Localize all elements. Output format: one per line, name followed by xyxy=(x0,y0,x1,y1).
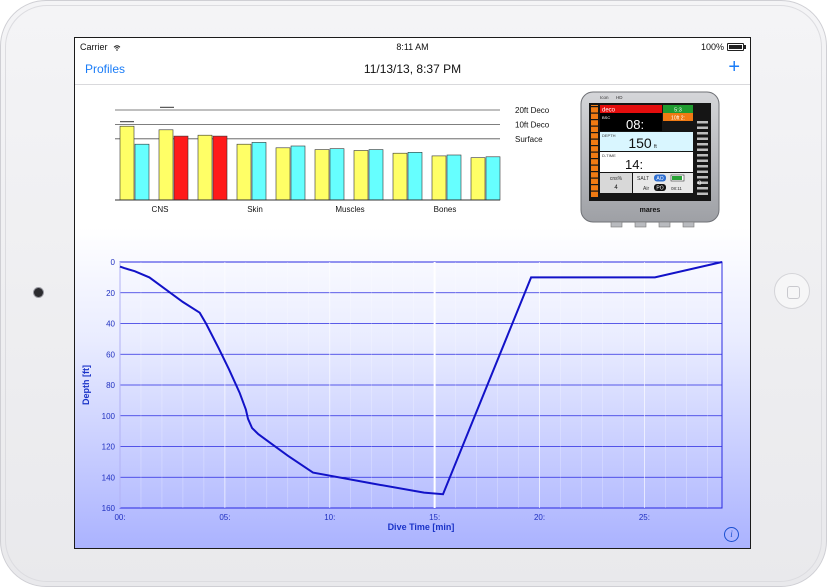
cns-label: cns% xyxy=(610,176,623,182)
tissue-bar-14 xyxy=(392,152,408,201)
y-tick-label-8: 160 xyxy=(102,504,116,513)
stop-depth-time: 10ft 2: xyxy=(671,116,685,122)
tissue-bar-2 xyxy=(158,129,174,201)
tissue-bar-0 xyxy=(119,125,135,201)
x-tick-label-1: 05: xyxy=(219,513,230,522)
x-tick-label-2: 10: xyxy=(324,513,335,522)
tissue-bar-19 xyxy=(485,156,501,201)
dive-computer-display: Icon HD deco 5:3 10ft 2: BSC 08: DEPTH 1… xyxy=(580,91,720,228)
tissue-bar-13 xyxy=(368,149,384,201)
y-tick-label-5: 100 xyxy=(102,412,116,421)
tissue-bar-1 xyxy=(134,143,150,201)
status-bar: Carrier 8:11 AM 100% xyxy=(75,38,750,56)
tissue-bar-7 xyxy=(251,142,267,201)
y-tick-label-1: 20 xyxy=(106,289,115,298)
y-tick-label-7: 140 xyxy=(102,473,116,482)
dive-date-title: 11/13/13, 8:37 PM xyxy=(363,62,462,76)
tissue-bar-15 xyxy=(407,151,423,201)
tissue-bar-10 xyxy=(314,149,330,201)
level-label-1: 10ft Deco xyxy=(515,120,550,129)
x-tick-label-3: 15: xyxy=(429,513,440,522)
ao-badge: AO xyxy=(656,176,663,182)
brand-icon-text: Icon xyxy=(600,95,609,100)
tissue-group-label-0: CNS xyxy=(152,205,169,214)
y-tick-label-4: 80 xyxy=(106,381,115,390)
y-tick-label-6: 120 xyxy=(102,443,116,452)
depth-label: DEPTH xyxy=(602,133,616,138)
tissue-bar-4 xyxy=(197,134,213,201)
bsc-value: 08: xyxy=(626,117,644,132)
front-camera xyxy=(34,288,43,297)
level-label-0: 20ft Deco xyxy=(515,106,550,115)
tissue-bar-18 xyxy=(470,157,486,201)
tissue-group-label-3: Bones xyxy=(434,205,457,214)
tissue-bar-9 xyxy=(290,145,306,201)
dtime-value: 14: xyxy=(625,157,643,172)
tissue-bar-17 xyxy=(446,154,462,201)
left-bargraph xyxy=(591,105,598,197)
y-tick-label-3: 60 xyxy=(106,350,115,359)
tissue-bar-11 xyxy=(329,148,345,201)
tissue-group-label-2: Muscles xyxy=(335,205,364,214)
air-label: Air xyxy=(643,186,649,192)
dive-profile-chart: 0 20 40 60 80 100 120 140 160 00: 05: 10: 15: 20: 25:… xyxy=(81,258,723,532)
tissue-bar-6 xyxy=(236,143,252,201)
salt-label: SALT xyxy=(637,176,649,182)
brand-hd-text: HD xyxy=(616,95,623,100)
depth-value: 150 xyxy=(628,135,652,151)
tissue-bar-16 xyxy=(431,155,447,201)
tissue-bar-12 xyxy=(353,150,369,201)
tissue-group-label-1: Skin xyxy=(247,205,263,214)
app-screen: Carrier 8:11 AM 100% Profiles 11/13/13, … xyxy=(74,37,751,549)
brand-logo: mares xyxy=(640,207,661,214)
x-tick-label-4: 20: xyxy=(534,513,545,522)
tissue-bar-8 xyxy=(275,147,291,201)
deco-time: 5:3 xyxy=(674,108,682,114)
info-icon[interactable]: i xyxy=(724,527,739,542)
tissue-bar-5 xyxy=(212,135,228,201)
x-tick-label-0: 00: xyxy=(114,513,125,522)
navigation-bar: Profiles 11/13/13, 8:37 PM + xyxy=(75,56,750,85)
tissue-bar-3 xyxy=(173,135,189,201)
clock-value: 08:11 xyxy=(671,186,682,191)
bsc-label: BSC xyxy=(602,115,610,120)
battery-icon xyxy=(727,43,746,51)
x-tick-label-5: 25: xyxy=(639,513,650,522)
y-axis-title: Depth [ft] xyxy=(81,365,91,405)
y-tick-label-0: 0 xyxy=(111,258,116,267)
level-label-2: Surface xyxy=(515,135,543,144)
battery-percent: 100% xyxy=(700,42,724,52)
home-button[interactable] xyxy=(774,273,810,309)
tissue-saturation-chart: 20ft Deco 10ft Deco Surface CNS Skin Muscles… xyxy=(115,106,550,214)
dtime-label: D-TIME xyxy=(602,153,616,158)
deco-label: deco xyxy=(602,108,616,114)
tablet-frame: Carrier 8:11 AM 100% Profiles 11/13/13, … xyxy=(0,0,827,587)
po-badge: PO xyxy=(656,186,663,192)
battery-indicator: 100% xyxy=(700,42,746,52)
y-tick-label-2: 40 xyxy=(106,320,115,329)
x-axis-title: Dive Time [min] xyxy=(388,522,455,532)
home-button-icon xyxy=(787,286,800,299)
add-icon[interactable]: + xyxy=(728,57,740,77)
dive-profile-panel: 0 20 40 60 80 100 120 140 160 00: 05: 10: 15: 20: 25:… xyxy=(75,228,750,548)
depth-profile-line xyxy=(119,261,723,496)
status-time: 8:11 AM xyxy=(396,42,429,52)
